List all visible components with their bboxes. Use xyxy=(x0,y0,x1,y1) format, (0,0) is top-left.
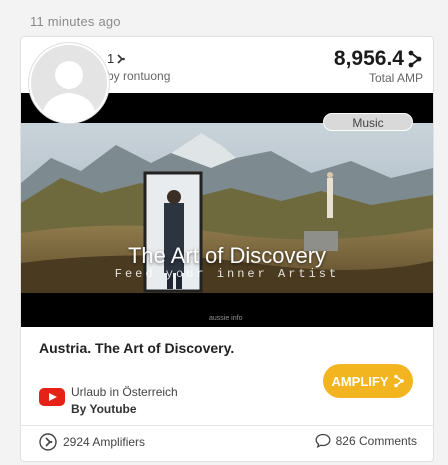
amplify-button-label: AMPLIFY xyxy=(331,373,389,389)
amp-circle-icon xyxy=(39,433,57,451)
amp-icon xyxy=(408,50,422,68)
amplifiers-link[interactable]: 2924 Amplifiers xyxy=(39,433,145,451)
amp-count-value: 1 xyxy=(107,51,115,66)
source-platform: By Youtube xyxy=(71,402,137,416)
genre-tag[interactable]: Music xyxy=(323,113,413,131)
comments-count: 826 Comments xyxy=(335,433,417,448)
amplify-button[interactable]: AMPLIFY xyxy=(323,364,413,398)
amp-count: 1 xyxy=(107,51,126,66)
timestamp: 11 minutes ago xyxy=(30,14,121,29)
amp-icon xyxy=(117,53,126,64)
total-amp-value: 8,956.4 xyxy=(333,47,404,70)
comments-link[interactable]: 826 Comments xyxy=(315,433,417,448)
amplifiers-count: 2924 Amplifiers xyxy=(63,435,146,449)
youtube-icon xyxy=(39,388,65,406)
total-amp-label: Total AMP xyxy=(368,71,423,85)
post-title[interactable]: Austria. The Art of Discovery. xyxy=(39,340,234,356)
avatar-placeholder-icon xyxy=(31,45,107,121)
source-channel[interactable]: Urlaub in Österreich xyxy=(71,385,178,399)
comment-icon xyxy=(315,433,331,448)
video-overlay-title: The Art of Discovery xyxy=(127,243,327,268)
total-amp-value-row: 8,956.4 xyxy=(334,47,423,71)
footer-divider xyxy=(21,425,433,426)
post-card: 1 by rontuong 8,956.4 Total AMP Music Th… xyxy=(20,36,434,462)
video-overlay-subtitle: Feed your inner Artist xyxy=(114,267,340,281)
video-watermark: aussie info xyxy=(209,315,243,322)
total-amp: 8,956.4 Total AMP xyxy=(334,47,423,85)
amp-icon xyxy=(393,374,404,388)
author-byline[interactable]: by rontuong xyxy=(107,69,170,83)
avatar[interactable] xyxy=(29,43,109,123)
video-thumbnail[interactable]: Music The Art of Discovery Feed your inn… xyxy=(21,93,433,327)
